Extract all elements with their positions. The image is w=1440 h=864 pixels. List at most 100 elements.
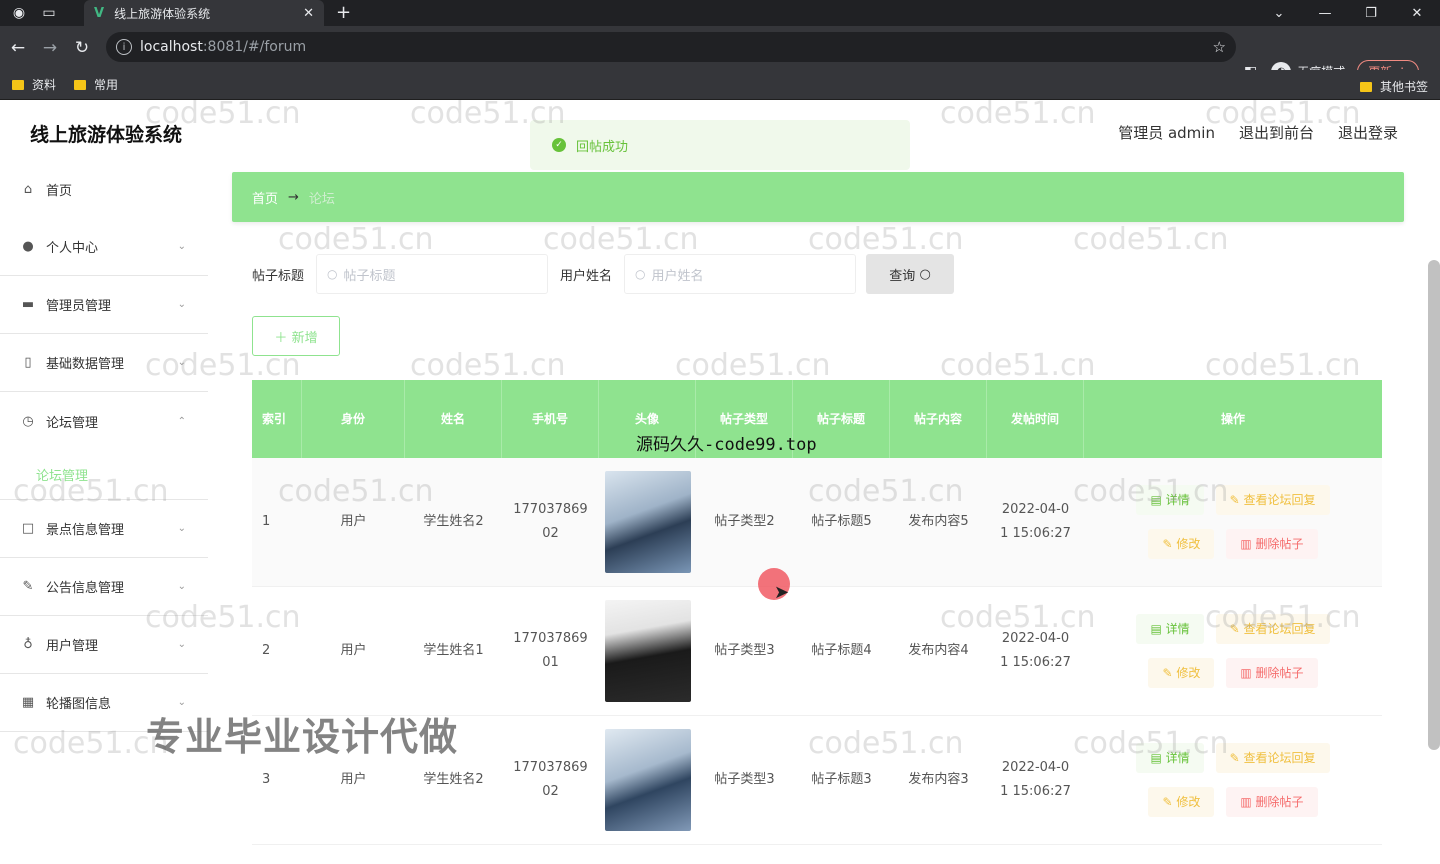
phone-line-2: 02 (542, 526, 559, 541)
view-replies-button[interactable]: ✎ 查看论坛回复 (1215, 614, 1330, 644)
table-row: 2 用户 学生姓名1 177037869 01 帖子类型3 帖子标题4 发布内容4… (252, 587, 1382, 716)
phone-line-1: 177037869 (513, 760, 588, 775)
home-icon: ⌂ (23, 181, 33, 197)
sidebar-item-label: 用户管理 (46, 639, 99, 654)
detail-button[interactable]: ▤ 详情 (1136, 743, 1204, 773)
logout-link[interactable]: 退出登录 (1338, 122, 1398, 143)
avatar[interactable] (604, 600, 691, 702)
phone-line-2: 02 (542, 784, 559, 799)
chevron-down-icon: ⌄ (177, 299, 186, 310)
th-post-content[interactable]: 帖子内容 (890, 380, 987, 458)
detail-button[interactable]: ▤ 详情 (1136, 485, 1204, 515)
user-search-input[interactable]: ○ 用户姓名 (624, 254, 857, 294)
cell-title: 帖子标题5 (811, 514, 872, 529)
add-button[interactable]: ＋ 新增 (252, 316, 340, 356)
carousel-icon: ▦ (21, 695, 35, 710)
bookmark-star-icon[interactable]: ☆ (1213, 38, 1226, 56)
view-replies-button[interactable]: ✎ 查看论坛回复 (1215, 743, 1330, 773)
user-placeholder: 用户姓名 (651, 268, 704, 284)
sidebar-item-label: 景点信息管理 (46, 523, 125, 538)
cell-index: 2 (262, 643, 271, 658)
forum-table: 索引 身份 姓名 手机号 头像 帖子类型 帖子标题 帖子内容 发帖时间 操作 1… (252, 380, 1382, 845)
site-info-icon[interactable]: i (116, 39, 132, 55)
url-input[interactable]: i localhost :8081/#/forum ☆ (106, 32, 1236, 62)
th-role[interactable]: 身份 (302, 380, 405, 458)
delete-button[interactable]: ▥ 删除帖子 (1226, 787, 1318, 817)
cell-name: 学生姓名1 (423, 643, 484, 658)
delete-button[interactable]: ▥ 删除帖子 (1226, 658, 1318, 688)
th-index[interactable]: 索引 (252, 380, 302, 458)
edit-button[interactable]: ✎ 修改 (1148, 529, 1215, 559)
chevron-down-icon[interactable]: ⌄ (1256, 6, 1302, 21)
detail-label: 详情 (1165, 751, 1190, 765)
minimize-icon[interactable]: — (1302, 6, 1348, 21)
sidebar-item-notice[interactable]: ✎ 公告信息管理 ⌄ (0, 558, 208, 616)
sidebar-menu: ⌂ 首页 ● 个人中心 ⌄ ▬ 管理员管理 ⌄ ▯ 基础数据管理 ⌄ ◷ 论坛管理 ⌃ 论坛管理 … (0, 160, 208, 732)
avatar[interactable] (604, 471, 691, 573)
sidebar-item-basic-data[interactable]: ▯ 基础数据管理 ⌄ (0, 334, 208, 392)
sidebar-item-home[interactable]: ⌂ 首页 (0, 160, 208, 218)
sidebar-item-profile[interactable]: ● 个人中心 ⌄ (0, 218, 208, 276)
bookmark-folder-2[interactable]: 常用 (74, 76, 118, 93)
new-tab-icon[interactable]: + (336, 2, 351, 23)
close-tab-icon[interactable]: ✕ (303, 6, 314, 21)
restore-icon[interactable]: ❐ (1348, 6, 1394, 21)
cell-actions: ▤ 详情 ✎ 查看论坛回复 ✎ 修改 ▥ 删除帖子 (1084, 716, 1382, 844)
forward-icon[interactable]: → (34, 38, 66, 58)
query-label: 查询 (889, 268, 916, 284)
avatar[interactable] (604, 729, 691, 831)
edit-button[interactable]: ✎ 修改 (1148, 787, 1215, 817)
chevron-down-icon: ⌄ (177, 241, 186, 252)
cell-phone: 177037869 01 (502, 587, 599, 715)
detail-label: 详情 (1165, 493, 1190, 507)
title-search-input[interactable]: ○ 帖子标题 (316, 254, 549, 294)
globe-icon[interactable]: ◉ (8, 2, 30, 24)
chevron-down-icon: ⌄ (177, 523, 186, 534)
back-to-front-link[interactable]: 退出到前台 (1239, 122, 1314, 143)
detail-button[interactable]: ▤ 详情 (1136, 614, 1204, 644)
bookmark-label: 资料 (32, 78, 57, 92)
browser-tab[interactable]: V 线上旅游体验系统 ✕ (84, 0, 324, 26)
view-replies-button[interactable]: ✎ 查看论坛回复 (1215, 485, 1330, 515)
sidebar-item-forum[interactable]: ◷ 论坛管理 ⌃ (0, 392, 208, 450)
edit-icon: ✎ (1162, 537, 1173, 551)
other-bookmarks[interactable]: 其他书签 (1359, 78, 1428, 95)
th-name[interactable]: 姓名 (405, 380, 502, 458)
table-row: 1 用户 学生姓名2 177037869 02 帖子类型2 帖子标题5 发布内容5… (252, 458, 1382, 587)
add-label: 新增 (291, 330, 318, 346)
cell-title: 帖子标题3 (811, 772, 872, 787)
query-button[interactable]: 查询 ○ (866, 254, 955, 294)
vue-logo-icon: V (94, 5, 105, 21)
sidebar-subitem-forum[interactable]: 论坛管理 (0, 450, 208, 500)
cell-time: 2022-04-0 1 15:06:27 (987, 458, 1084, 586)
breadcrumb-current: 论坛 (308, 191, 335, 207)
breadcrumb-home[interactable]: 首页 (252, 188, 278, 207)
cell-actions: ▤ 详情 ✎ 查看论坛回复 ✎ 修改 ▥ 删除帖子 (1084, 458, 1382, 586)
sidebar-item-label: 轮播图信息 (46, 697, 112, 712)
th-actions: 操作 (1220, 412, 1245, 426)
delete-button[interactable]: ▥ 删除帖子 (1226, 529, 1318, 559)
promo-watermark: 专业毕业设计代做 (146, 715, 459, 759)
address-bar-row: ← → ↻ i localhost :8081/#/forum ☆ ◧ ◐ 无痕… (0, 26, 1440, 83)
toast-text: 回帖成功 (576, 139, 629, 155)
sidebar-item-admin[interactable]: ▬ 管理员管理 ⌄ (0, 276, 208, 334)
header-actions: 管理员 admin 退出到前台 退出登录 (1094, 122, 1398, 143)
sidebar-item-label: 管理员管理 (46, 299, 112, 314)
edit-icon: ✎ (1229, 751, 1240, 765)
tab-strip-icon[interactable]: ▭ (38, 2, 60, 24)
sidebar-item-scenic[interactable]: □ 景点信息管理 ⌄ (0, 500, 208, 558)
bookmark-folder-1[interactable]: 资料 (12, 76, 56, 93)
reload-icon[interactable]: ↻ (66, 38, 98, 58)
browser-tabbar: ◉ ▭ V 线上旅游体验系统 ✕ + ⌄ — ❐ ✕ (0, 0, 1440, 26)
page-scrollbar[interactable] (1428, 260, 1440, 750)
edit-icon: ✎ (1229, 622, 1240, 636)
th-post-time[interactable]: 发帖时间 (987, 380, 1084, 458)
back-icon[interactable]: ← (2, 38, 34, 58)
plus-icon: ＋ (274, 330, 288, 346)
cell-time: 2022-04-0 1 15:06:27 (987, 587, 1084, 715)
close-window-icon[interactable]: ✕ (1394, 6, 1440, 21)
admin-icon: ▬ (21, 297, 35, 312)
sidebar-item-users[interactable]: ♁ 用户管理 ⌄ (0, 616, 208, 674)
th-phone[interactable]: 手机号 (502, 380, 599, 458)
edit-button[interactable]: ✎ 修改 (1148, 658, 1215, 688)
